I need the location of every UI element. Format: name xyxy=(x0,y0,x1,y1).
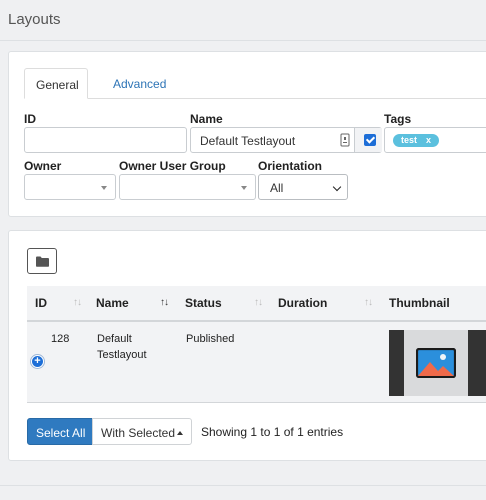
chevron-down-icon xyxy=(332,182,342,192)
name-input[interactable]: Default Testlayout xyxy=(190,127,382,153)
cell-status: Published xyxy=(186,333,235,345)
tags-input[interactable]: test x xyxy=(384,127,486,153)
orientation-select[interactable]: All xyxy=(258,174,348,200)
cell-id: 128 xyxy=(51,333,70,345)
tag-remove-icon[interactable]: x xyxy=(426,135,431,145)
owner-label: Owner xyxy=(24,159,62,173)
chevron-down-icon xyxy=(241,186,247,190)
name-input-value: Default Testlayout xyxy=(200,134,296,148)
cell-name-line1: Default xyxy=(97,333,132,345)
page-title: Layouts xyxy=(8,11,61,28)
layout-thumbnail[interactable] xyxy=(389,330,486,396)
folder-icon xyxy=(36,256,49,267)
tab-advanced[interactable]: Advanced xyxy=(102,68,177,99)
layouts-table-panel: ID ↑↓ Name ↑↓ Status ↑↓ Duration ↑↓ Thum… xyxy=(8,230,486,461)
sort-icon: ↑↓ xyxy=(254,297,263,308)
id-label: ID xyxy=(24,112,36,126)
tab-general[interactable]: General xyxy=(24,68,88,99)
exact-match-checkbox[interactable] xyxy=(364,134,376,146)
cell-name-line2: Testlayout xyxy=(97,349,147,361)
table-row[interactable]: + 128 Default Testlayout Published xyxy=(27,322,486,403)
tag-pill: test x xyxy=(393,134,440,147)
exact-match-addon xyxy=(354,128,382,152)
orientation-label: Orientation xyxy=(258,159,323,173)
image-icon xyxy=(416,348,456,378)
thumbnail-canvas xyxy=(404,330,468,396)
table-header: ID ↑↓ Name ↑↓ Status ↑↓ Duration ↑↓ Thum… xyxy=(27,286,486,322)
orientation-select-value: All xyxy=(270,181,284,195)
chevron-down-icon xyxy=(101,186,107,190)
sort-icon: ↑↓ xyxy=(160,297,169,308)
divider xyxy=(0,40,486,41)
select-all-button[interactable]: Select All xyxy=(27,418,93,445)
folder-button[interactable] xyxy=(27,248,57,274)
owner-select[interactable] xyxy=(24,174,116,200)
filter-panel: General Advanced ID Name Default Testlay… xyxy=(8,51,486,217)
entries-info: Showing 1 to 1 of 1 entries xyxy=(201,425,344,439)
with-selected-dropdown[interactable]: With Selected xyxy=(92,418,192,445)
owner-group-select[interactable] xyxy=(119,174,256,200)
filter-tabs: General Advanced xyxy=(24,68,486,99)
divider xyxy=(0,485,486,486)
sort-icon: ↑↓ xyxy=(73,297,82,308)
password-manager-icon[interactable] xyxy=(340,133,350,152)
tag-text: test xyxy=(401,135,418,145)
owner-group-label: Owner User Group xyxy=(119,159,226,173)
row-expand-button[interactable]: + xyxy=(31,355,44,368)
id-input[interactable] xyxy=(24,127,187,153)
sort-icon: ↑↓ xyxy=(364,297,373,308)
tags-label: Tags xyxy=(384,112,412,126)
name-label: Name xyxy=(190,112,223,126)
caret-up-icon xyxy=(177,431,183,435)
with-selected-label: With Selected xyxy=(101,426,176,440)
